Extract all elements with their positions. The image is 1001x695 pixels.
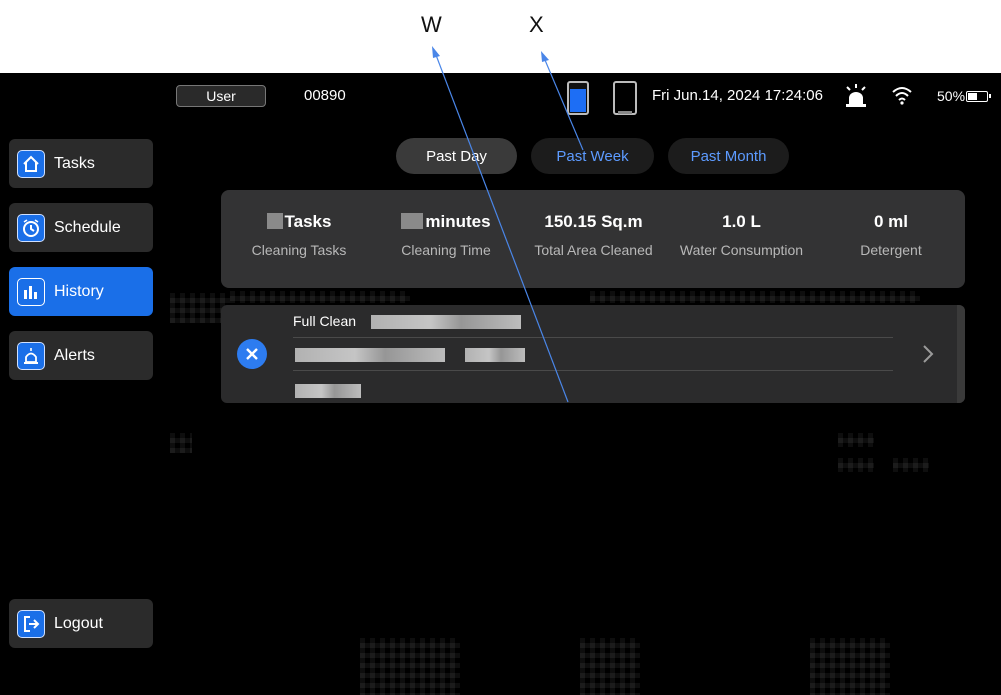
stat-total-area: 150.15 Sq.m Total Area Cleaned — [521, 212, 666, 258]
bar-chart-icon — [17, 277, 45, 306]
sidebar-item-label: Tasks — [54, 154, 95, 172]
map-pattern — [170, 433, 192, 453]
tab-past-day[interactable]: Past Day — [396, 138, 517, 174]
map-pattern — [893, 458, 929, 472]
record-title: Full Clean — [293, 313, 357, 329]
redacted-text — [371, 315, 521, 329]
stat-water-consumption: 1.0 L Water Consumption — [669, 212, 814, 258]
map-pattern — [838, 458, 874, 472]
redacted-text — [465, 348, 525, 362]
logout-label: Logout — [54, 614, 103, 632]
wifi-icon — [892, 87, 912, 105]
annotation-w: W — [421, 12, 442, 37]
stat-label: Total Area Cleaned — [534, 242, 653, 258]
scrollbar[interactable] — [957, 305, 965, 403]
stat-label: Detergent — [860, 242, 922, 258]
datetime: Fri Jun.14, 2024 17:24:06 — [652, 87, 823, 104]
map-pattern — [590, 291, 920, 303]
clock-icon — [17, 213, 45, 242]
sidebar-item-schedule[interactable]: Schedule — [9, 203, 153, 252]
map-pattern — [838, 433, 874, 447]
chevron-right-icon[interactable] — [921, 343, 935, 365]
sidebar-item-alerts[interactable]: Alerts — [9, 331, 153, 380]
redacted-value — [401, 213, 424, 229]
annotation-arrowhead-x — [541, 51, 549, 62]
sidebar-item-tasks[interactable]: Tasks — [9, 139, 153, 188]
battery-percent: 50% — [937, 88, 966, 104]
tab-past-month[interactable]: Past Month — [668, 138, 789, 174]
home-icon — [17, 149, 45, 178]
alarm-icon — [17, 341, 45, 370]
annotation-arrowhead-w — [432, 46, 440, 58]
stat-value: 0 ml — [873, 212, 909, 231]
device-screen: User 00890 Fri Jun.14, 2024 17:24:06 50%… — [0, 73, 1001, 695]
stat-value: 1.0 L — [722, 212, 761, 231]
sidebar-item-history[interactable]: History — [9, 267, 153, 316]
clean-water-tank-icon — [567, 81, 589, 115]
stat-detergent: 0 ml Detergent — [831, 212, 951, 258]
summary-card: Tasks Cleaning Tasks minutes Cleaning Ti… — [221, 190, 965, 288]
redacted-text — [295, 348, 445, 362]
stat-cleaning-tasks: Tasks Cleaning Tasks — [239, 212, 359, 258]
sidebar-item-label: Alerts — [54, 346, 95, 364]
stat-value: 150.15 Sq.m — [544, 212, 643, 231]
stat-cleaning-time: minutes Cleaning Time — [386, 212, 506, 258]
redacted-value — [266, 213, 283, 229]
map-pattern — [580, 638, 640, 695]
user-id: 00890 — [304, 87, 346, 104]
tab-past-week[interactable]: Past Week — [531, 138, 654, 174]
stat-label: Cleaning Tasks — [251, 242, 347, 258]
stat-value: minutes — [425, 212, 491, 231]
stat-label: Cleaning Time — [401, 242, 491, 258]
map-pattern — [230, 291, 410, 303]
divider — [293, 337, 893, 338]
divider — [293, 370, 893, 371]
map-pattern — [810, 638, 890, 695]
history-record[interactable]: Full Clean — [221, 305, 965, 403]
close-icon — [237, 339, 267, 369]
user-badge[interactable]: User — [176, 85, 266, 107]
logout-icon — [17, 609, 45, 638]
sidebar-item-label: History — [54, 282, 104, 300]
annotation-x: X — [529, 12, 544, 37]
stat-value: Tasks — [284, 212, 332, 231]
stat-label: Water Consumption — [679, 242, 804, 258]
redacted-text — [295, 384, 361, 398]
alarm-icon — [846, 84, 866, 107]
dirty-water-tank-icon — [613, 81, 637, 115]
map-pattern — [360, 638, 460, 695]
battery-icon — [966, 91, 991, 102]
logout-button[interactable]: Logout — [9, 599, 153, 648]
sidebar-item-label: Schedule — [54, 218, 121, 236]
